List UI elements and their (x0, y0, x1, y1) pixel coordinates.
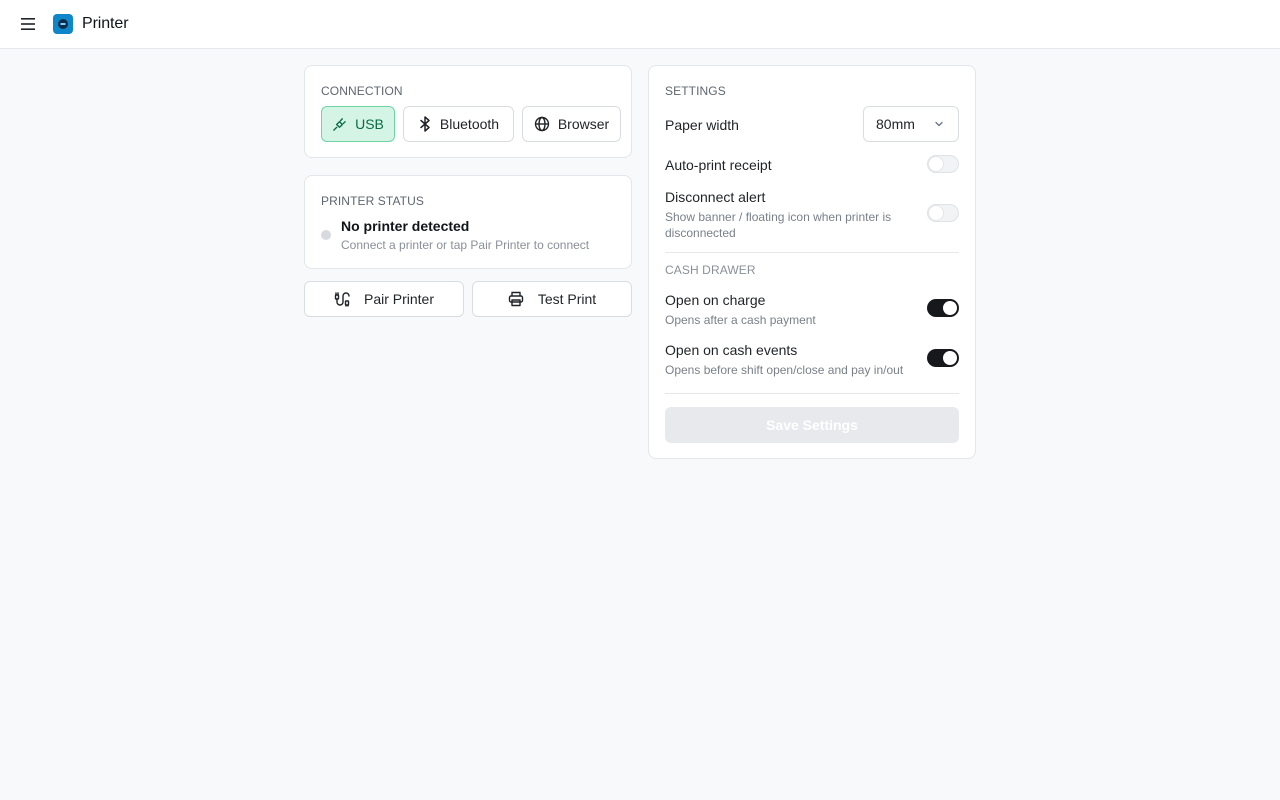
disconnect-alert-description: Show banner / floating icon when printer… (665, 210, 892, 240)
bluetooth-label: Bluetooth (439, 116, 500, 132)
bluetooth-icon (420, 116, 430, 132)
open-on-cash-events-toggle[interactable] (927, 349, 959, 367)
printer-status-title: No printer detected (341, 218, 470, 234)
test-print-label: Test Print (537, 291, 597, 307)
connection-browser-button[interactable]: Browser (522, 106, 621, 142)
disconnect-alert-toggle[interactable] (927, 204, 959, 222)
settings-section-label: SETTINGS (665, 84, 726, 98)
printer-status-label: PRINTER STATUS (321, 194, 424, 208)
toggle-knob (943, 301, 957, 315)
paper-width-label: Paper width (665, 117, 739, 133)
open-on-charge-description: Opens after a cash payment (665, 313, 816, 327)
cash-drawer-section-label: CASH DRAWER (665, 263, 756, 277)
browser-label: Browser (557, 116, 610, 132)
connection-card: CONNECTION USB Bluetooth Browser (304, 65, 632, 158)
open-on-charge-toggle[interactable] (927, 299, 959, 317)
connection-section-label: CONNECTION (321, 84, 403, 98)
auto-print-toggle[interactable] (927, 155, 959, 173)
test-print-button[interactable]: Test Print (472, 281, 632, 317)
connection-usb-button[interactable]: USB (321, 106, 395, 142)
paper-width-select[interactable]: 80mm (863, 106, 959, 142)
usb-plug-icon (333, 117, 346, 131)
paper-width-value: 80mm (876, 116, 915, 132)
divider (665, 393, 959, 394)
hamburger-menu-icon[interactable] (18, 14, 38, 34)
app-title: Printer (82, 15, 129, 32)
printer-icon (508, 291, 524, 307)
pair-printer-label: Pair Printer (363, 291, 435, 307)
open-on-cash-events-description: Opens before shift open/close and pay in… (665, 363, 904, 377)
open-on-cash-events-label: Open on cash events (665, 342, 798, 358)
open-on-charge-label: Open on charge (665, 292, 766, 308)
chevron-down-icon (935, 121, 943, 127)
globe-icon (534, 116, 550, 132)
toggle-knob (943, 351, 957, 365)
auto-print-label: Auto-print receipt (665, 157, 772, 173)
cable-plug-icon (334, 292, 350, 307)
settings-card: SETTINGS Paper width 80mm Auto-print rec… (648, 65, 976, 459)
toggle-knob (929, 157, 943, 171)
printer-app-logo-icon (53, 14, 73, 34)
toggle-knob (929, 206, 943, 220)
save-settings-button[interactable]: Save Settings (665, 407, 959, 443)
pair-printer-button[interactable]: Pair Printer (304, 281, 464, 317)
usb-label: USB (355, 116, 384, 132)
printer-status-subtitle: Connect a printer or tap Pair Printer to… (341, 238, 590, 252)
top-bar: Printer (0, 0, 1280, 49)
divider (665, 252, 959, 253)
connection-bluetooth-button[interactable]: Bluetooth (403, 106, 514, 142)
disconnect-alert-label: Disconnect alert (665, 189, 766, 205)
status-indicator-dot (321, 230, 331, 240)
printer-status-card: PRINTER STATUS No printer detected Conne… (304, 175, 632, 269)
